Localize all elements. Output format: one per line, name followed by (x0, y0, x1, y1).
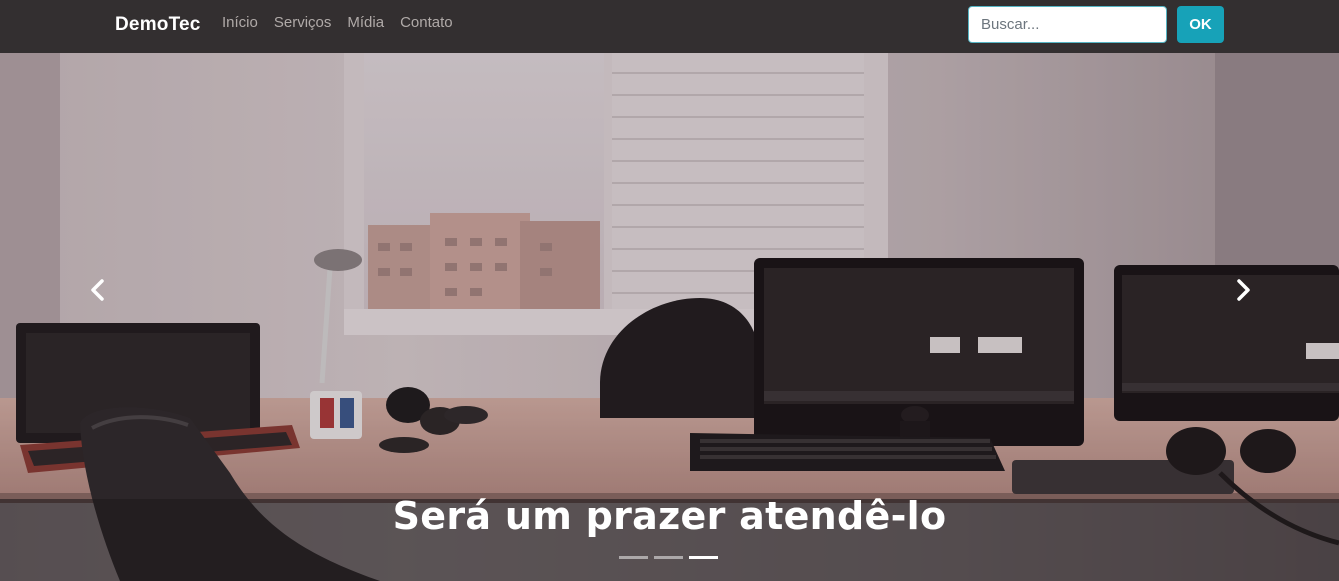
brand-logo-link[interactable]: DemoTec (115, 14, 201, 36)
nav-link-inicio[interactable]: Início (222, 14, 258, 31)
carousel-indicator-1[interactable] (619, 556, 648, 559)
carousel-caption: Será um prazer atendê-lo (392, 494, 947, 538)
nav-link-midia[interactable]: Mídia (347, 14, 384, 31)
carousel-indicator-3[interactable] (689, 556, 718, 559)
navbar: DemoTec Início Serviços Mídia Contato OK (0, 0, 1339, 53)
chevron-right-icon (1237, 279, 1250, 301)
nav-link-contato[interactable]: Contato (400, 14, 453, 31)
nav-links: Início Serviços Mídia Contato (222, 14, 453, 31)
nav-link-servicos[interactable]: Serviços (274, 14, 332, 31)
carousel-indicators (619, 556, 718, 559)
carousel-prev-button[interactable] (86, 278, 110, 302)
carousel-next-button[interactable] (1231, 278, 1255, 302)
chevron-left-icon (91, 279, 104, 301)
carousel-indicator-2[interactable] (654, 556, 683, 559)
search-button[interactable]: OK (1177, 6, 1224, 43)
hero-carousel: Será um prazer atendê-lo (0, 53, 1339, 581)
search-input[interactable] (968, 6, 1167, 43)
